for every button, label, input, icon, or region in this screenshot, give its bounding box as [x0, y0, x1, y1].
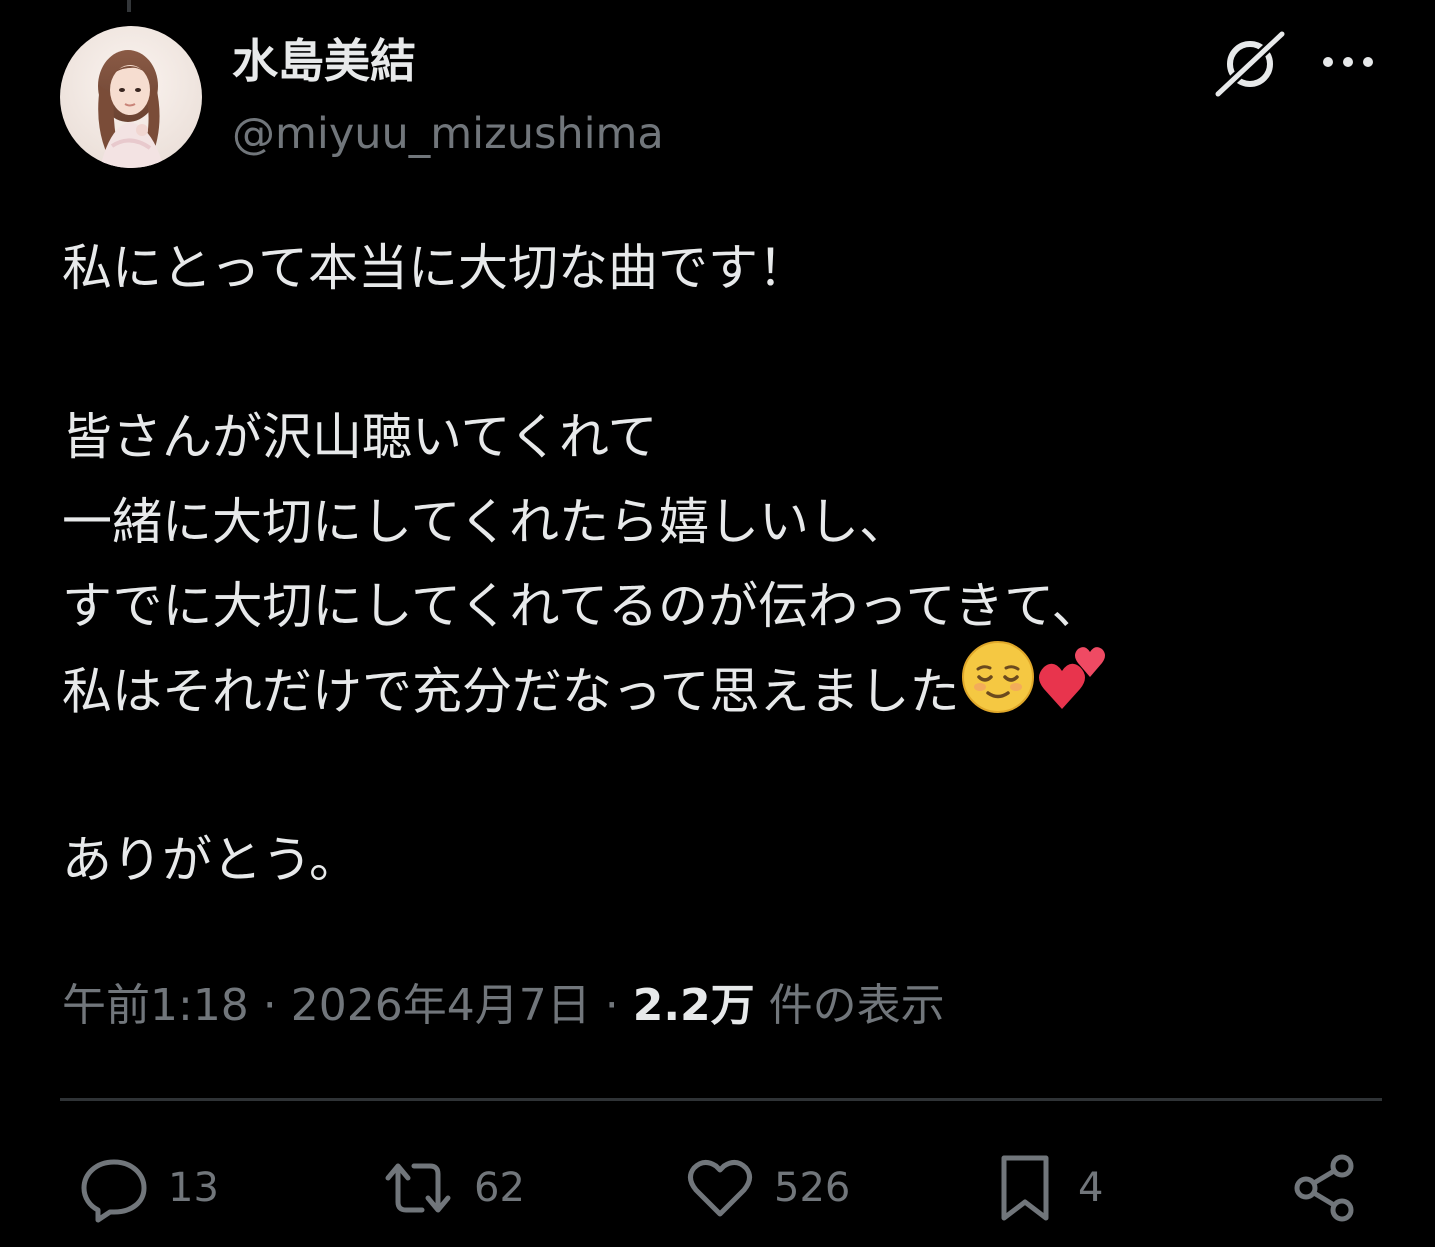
tweet-line: 私にとって本当に大切な曲です！ — [62, 239, 808, 297]
bookmark-icon — [990, 1150, 1060, 1226]
two-hearts-emoji — [1036, 639, 1116, 741]
reply-icon — [78, 1152, 150, 1224]
reply-button[interactable]: 13 — [78, 1148, 219, 1228]
avatar[interactable] — [60, 26, 202, 168]
reply-count: 13 — [168, 1165, 219, 1211]
share-button[interactable] — [1290, 1148, 1362, 1228]
thread-connector — [127, 0, 131, 12]
tweet-text: 私にとって本当に大切な曲です！ 皆さんが沢山聴いてくれて 一緒に大切にしてくれた… — [62, 226, 1392, 902]
heart-icon — [684, 1152, 756, 1224]
bookmark-button[interactable]: 4 — [990, 1148, 1103, 1228]
like-button[interactable]: 526 — [684, 1148, 850, 1228]
repost-icon — [380, 1152, 456, 1224]
share-icon — [1290, 1152, 1362, 1224]
bookmark-count: 4 — [1078, 1165, 1104, 1211]
meta-separator: · — [590, 980, 633, 1031]
repost-button[interactable]: 62 — [380, 1148, 525, 1228]
meta-separator: · — [248, 980, 291, 1031]
display-name[interactable]: 水島美結 — [232, 30, 416, 92]
tweet-date[interactable]: 2026年4月7日 — [291, 980, 591, 1031]
tweet-meta: 午前1:18 · 2026年4月7日 · 2.2万 件の表示 — [62, 975, 945, 1037]
views-label[interactable]: 件の表示 — [755, 980, 945, 1031]
more-icon[interactable] — [1318, 40, 1378, 84]
tweet-line-text: 私はそれだけで充分だなって思えました — [62, 661, 960, 720]
divider — [60, 1098, 1382, 1101]
grok-icon[interactable] — [1212, 28, 1288, 98]
tweet-line: 一緒に大切にしてくれたら嬉しいし、 — [62, 492, 909, 551]
tweet-line-with-emoji: 私はそれだけで充分だなって思えました — [62, 640, 1392, 734]
user-handle[interactable]: @miyuu_mizushima — [232, 104, 664, 164]
tweet-time[interactable]: 午前1:18 — [62, 980, 249, 1031]
tweet-line: ありがとう。 — [62, 830, 359, 889]
like-count: 526 — [774, 1165, 851, 1211]
tweet-line: すでに大切にしてくれてるのが伝わってきて、 — [62, 577, 1102, 635]
relieved-face-emoji — [960, 639, 1036, 741]
tweet-line: 皆さんが沢山聴いてくれて — [62, 408, 658, 466]
views-count[interactable]: 2.2万 — [633, 980, 755, 1031]
repost-count: 62 — [474, 1165, 525, 1211]
